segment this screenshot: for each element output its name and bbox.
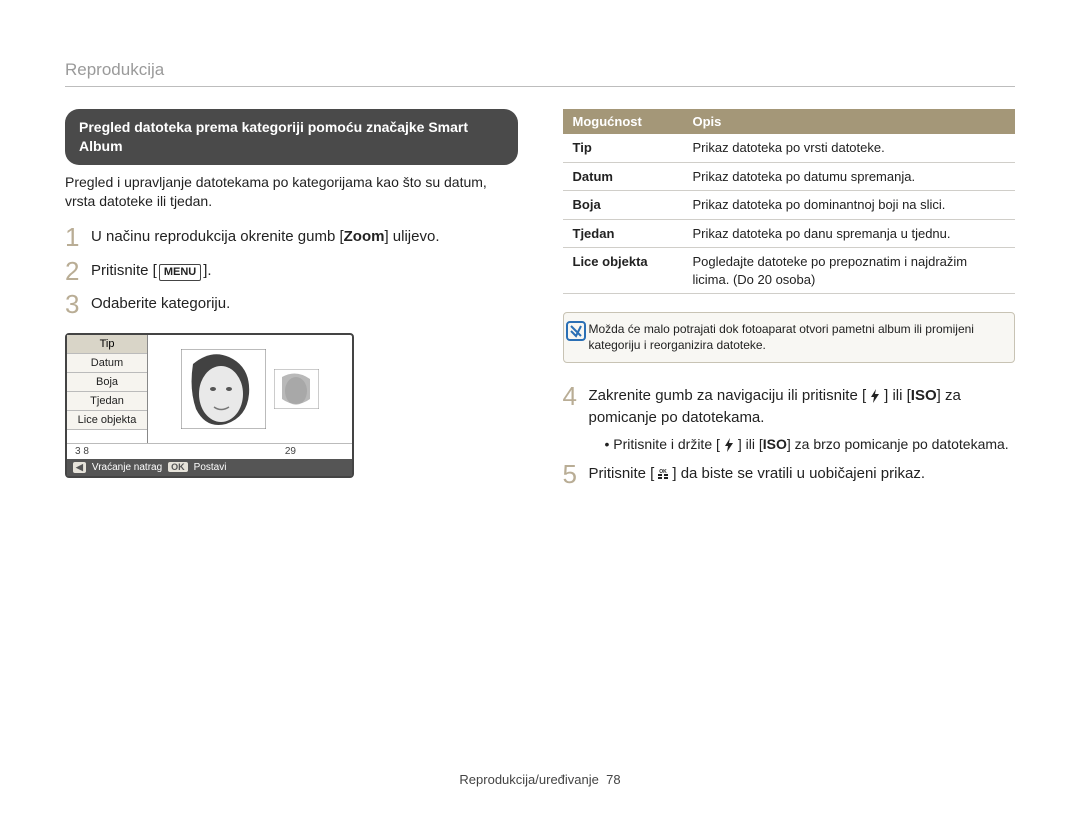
back-badge: ◀ — [73, 462, 86, 473]
text: Zakrenite gumb za navigaciju ili pritisn… — [589, 387, 867, 404]
info-value: 29 — [285, 446, 296, 457]
iso-label: ISO — [911, 387, 937, 404]
camera-screen-body: Tip Datum Boja Tjedan Lice objekta — [67, 335, 352, 443]
menu-item: Tjedan — [67, 392, 147, 411]
menu-item: Lice objekta — [67, 411, 147, 430]
cell-opt: Lice objekta — [563, 248, 683, 294]
text: ] da biste se vratili u uobičajeni prika… — [672, 465, 925, 482]
step-text: Pritisnite [MENU]. — [91, 260, 212, 283]
ok-grid-icon: OK — [656, 467, 670, 481]
text: Pritisnite [ — [589, 465, 655, 482]
back-label: Vraćanje natrag — [92, 462, 162, 473]
cell-opt: Boja — [563, 191, 683, 220]
step-text: Odaberite kategoriju. — [91, 293, 230, 316]
text: Pritisnite [ — [91, 262, 157, 279]
step-5: 5 Pritisnite [OK] da biste se vratili u … — [563, 463, 1016, 489]
text: ] ulijevo. — [384, 228, 439, 245]
ok-badge: OK — [168, 462, 188, 472]
table-row: BojaPrikaz datoteka po dominantnoj boji … — [563, 191, 1016, 220]
step-text: Pritisnite [OK] da biste se vratili u uo… — [589, 463, 926, 486]
step-number: 3 — [65, 290, 91, 319]
text: ]. — [203, 262, 211, 279]
cell-desc: Prikaz datoteka po dominantnoj boji na s… — [683, 191, 1016, 220]
text: U načinu reprodukcija okrenite gumb [ — [91, 228, 344, 245]
page-footer: Reprodukcija/uređivanje 78 — [0, 772, 1080, 787]
table-header-desc: Opis — [683, 109, 1016, 134]
menu-item: Boja — [67, 373, 147, 392]
step-subtext: Pritisnite i držite [ ] ili [ISO] za brzo… — [589, 434, 1016, 455]
camera-thumbnails — [148, 335, 352, 443]
cell-desc: Prikaz datoteka po danu spremanja u tjed… — [683, 219, 1016, 248]
cell-opt: Datum — [563, 162, 683, 191]
procedure-steps-right: 4 Zakrenite gumb za navigaciju ili priti… — [563, 385, 1016, 489]
ok-label: Postavi — [194, 462, 227, 473]
section-title: Reprodukcija — [65, 60, 1015, 87]
cell-opt: Tjedan — [563, 219, 683, 248]
text: Pritisnite i držite [ — [613, 436, 720, 452]
two-column-layout: Pregled datoteka prema kategoriji pomoću… — [65, 109, 1015, 496]
subsection-heading-pill: Pregled datoteka prema kategoriji pomoću… — [65, 109, 518, 165]
camera-info-bar: 3 8 29 — [67, 443, 352, 459]
text: ] ili [ — [884, 387, 911, 404]
step-3: 3 Odaberite kategoriju. — [65, 293, 518, 319]
camera-screen-illustration: Tip Datum Boja Tjedan Lice objekta — [65, 333, 354, 478]
right-column: Mogućnost Opis TipPrikaz datoteka po vrs… — [563, 109, 1016, 496]
cell-desc: Prikaz datoteka po vrsti datoteke. — [683, 134, 1016, 162]
face-thumbnail-large — [181, 349, 266, 429]
text: ] za brzo pomicanje po datotekama. — [787, 436, 1009, 452]
menu-item: Datum — [67, 354, 147, 373]
table-row: TipPrikaz datoteka po vrsti datoteke. — [563, 134, 1016, 162]
cell-opt: Tip — [563, 134, 683, 162]
zoom-label: Zoom — [344, 228, 385, 245]
menu-item: Tip — [67, 335, 147, 354]
camera-category-menu: Tip Datum Boja Tjedan Lice objekta — [67, 335, 148, 443]
cell-desc: Pogledajte datoteke po prepoznatim i naj… — [683, 248, 1016, 294]
info-value: 3 8 — [75, 446, 89, 457]
flash-icon — [868, 389, 882, 403]
step-text: Zakrenite gumb za navigaciju ili pritisn… — [589, 385, 1016, 455]
procedure-steps-left: 1 U načinu reprodukcija okrenite gumb [Z… — [65, 226, 518, 319]
step-number: 1 — [65, 223, 91, 252]
face-thumbnail-small — [274, 369, 319, 409]
step-text: U načinu reprodukcija okrenite gumb [Zoo… — [91, 226, 440, 249]
note-icon — [564, 313, 589, 361]
step-4: 4 Zakrenite gumb za navigaciju ili priti… — [563, 385, 1016, 455]
note-box: Možda će malo potrajati dok fotoaparat o… — [563, 312, 1016, 362]
table-header-option: Mogućnost — [563, 109, 683, 134]
page-number: 78 — [606, 772, 620, 787]
step-number: 2 — [65, 257, 91, 286]
step-number: 5 — [563, 460, 589, 489]
table-row: Lice objektaPogledajte datoteke po prepo… — [563, 248, 1016, 294]
footer-text: Reprodukcija/uređivanje — [459, 772, 598, 787]
intro-paragraph: Pregled i upravljanje datotekama po kate… — [65, 173, 518, 212]
table-row: TjedanPrikaz datoteka po danu spremanja … — [563, 219, 1016, 248]
table-row: DatumPrikaz datoteka po datumu spremanja… — [563, 162, 1016, 191]
manual-page: Reprodukcija Pregled datoteka prema kate… — [0, 0, 1080, 815]
camera-footer-bar: ◀ Vraćanje natrag OK Postavi — [67, 459, 352, 476]
step-2: 2 Pritisnite [MENU]. — [65, 260, 518, 286]
step-1: 1 U načinu reprodukcija okrenite gumb [Z… — [65, 226, 518, 252]
note-text: Možda će malo potrajati dok fotoaparat o… — [588, 313, 1014, 361]
options-table: Mogućnost Opis TipPrikaz datoteka po vrs… — [563, 109, 1016, 294]
text: ] ili [ — [738, 436, 763, 452]
left-column: Pregled datoteka prema kategoriji pomoću… — [65, 109, 518, 496]
step-number: 4 — [563, 382, 589, 411]
cell-desc: Prikaz datoteka po datumu spremanja. — [683, 162, 1016, 191]
iso-label: ISO — [763, 436, 787, 452]
menu-button-label: MENU — [159, 264, 201, 281]
flash-icon — [722, 438, 736, 452]
